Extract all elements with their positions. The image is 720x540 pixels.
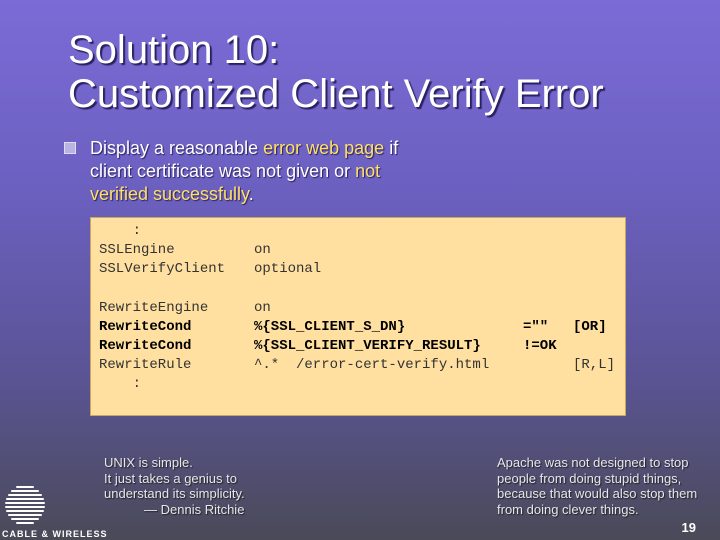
globe-logo-icon bbox=[5, 486, 45, 524]
quote-apache: Apache was not designed to stop people f… bbox=[497, 455, 698, 517]
highlight-error-page: error web page bbox=[263, 138, 385, 158]
bullet-text: Display a reasonable error web page if c… bbox=[90, 138, 399, 204]
code-line: SSLEngine on bbox=[99, 242, 271, 258]
square-bullet-icon bbox=[64, 142, 76, 154]
quote-attribution: — Dennis Ritchie bbox=[144, 501, 245, 517]
company-logo-text: CABLE & WIRELESS bbox=[2, 529, 108, 539]
code-line: RewriteCond %{SSL_CLIENT_S_DN} ="" [OR] bbox=[99, 319, 607, 335]
code-line: : bbox=[99, 223, 142, 239]
slide-title: Solution 10: Customized Client Verify Er… bbox=[68, 28, 604, 116]
code-line: RewriteRule ^.* /error-cert-verify.html … bbox=[99, 357, 616, 373]
code-line: : bbox=[99, 376, 142, 392]
code-line: SSLVerifyClient optional bbox=[99, 261, 322, 277]
page-number: 19 bbox=[681, 520, 696, 535]
title-line-1: Solution 10: bbox=[68, 28, 280, 72]
code-line: RewriteCond %{SSL_CLIENT_VERIFY_RESULT} … bbox=[99, 338, 557, 354]
quote-ritchie: UNIX is simple. It just takes a genius t… bbox=[104, 455, 304, 517]
code-block: : SSLEngine on SSLVerifyClient optional … bbox=[90, 217, 626, 416]
title-line-2: Customized Client Verify Error bbox=[68, 72, 604, 116]
code-line: RewriteEngine on bbox=[99, 300, 271, 316]
